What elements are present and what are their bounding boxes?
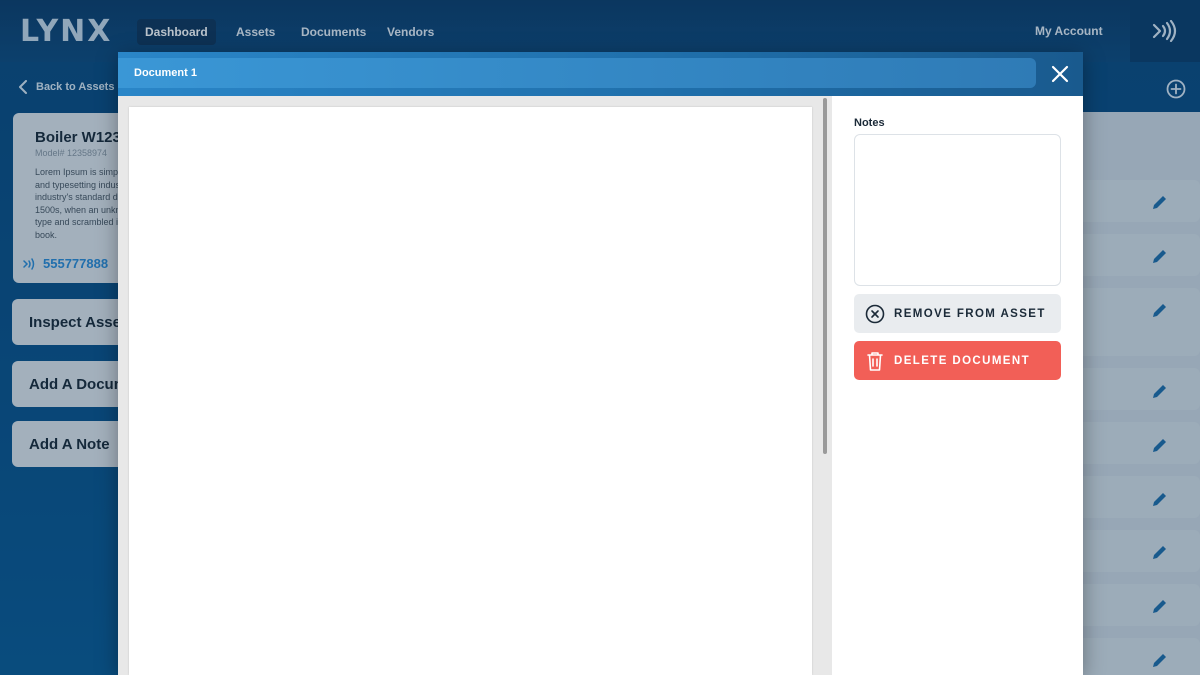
delete-button-label: DELETE DOCUMENT: [894, 354, 1030, 367]
notes-textarea[interactable]: [854, 134, 1061, 286]
close-icon[interactable]: [1051, 65, 1069, 83]
document-side-panel: Notes REMOVE FROM ASSET DELETE DOCUMENT: [832, 96, 1083, 675]
scrollbar-thumb[interactable]: [823, 98, 827, 454]
notes-label: Notes: [854, 117, 885, 129]
modal-header: Document 1: [118, 52, 1083, 96]
remove-from-asset-button[interactable]: REMOVE FROM ASSET: [854, 294, 1061, 333]
trash-icon: [864, 350, 886, 372]
document-modal: Document 1 Notes REMOVE FROM ASSET DELET…: [118, 52, 1083, 675]
remove-button-label: REMOVE FROM ASSET: [894, 307, 1046, 320]
modal-title: Document 1: [134, 67, 197, 79]
delete-document-button[interactable]: DELETE DOCUMENT: [854, 341, 1061, 380]
remove-circle-x-icon: [864, 303, 886, 325]
document-viewer: [118, 96, 832, 675]
modal-header-highlight: [118, 58, 1036, 88]
viewer-scrollbar[interactable]: [821, 98, 829, 675]
document-page: [129, 107, 812, 675]
